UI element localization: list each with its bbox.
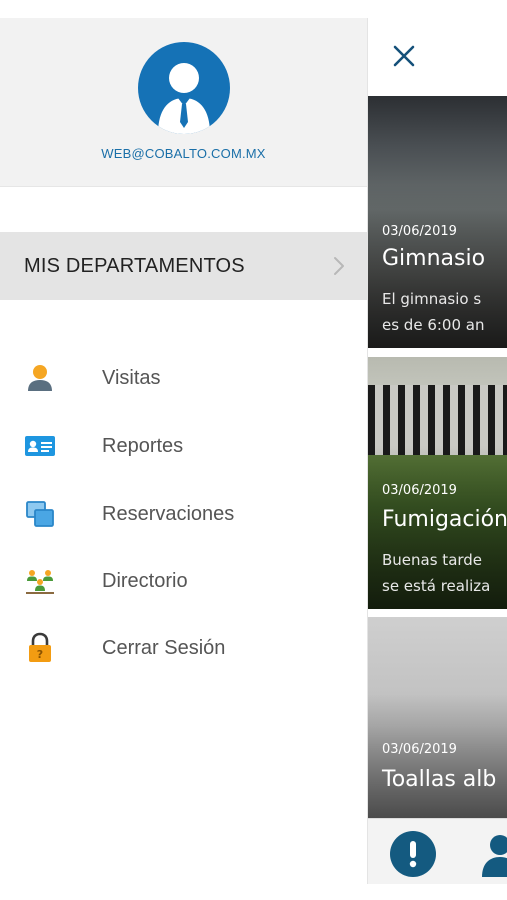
news-title: Toallas alb xyxy=(382,767,497,792)
news-card[interactable]: 03/06/2019 Gimnasio El gimnasio s es de … xyxy=(368,96,507,348)
windows-icon xyxy=(24,498,56,530)
profile-button[interactable] xyxy=(480,831,507,877)
mis-departamentos-item[interactable]: MIS DEPARTAMENTOS xyxy=(0,232,367,300)
section-label: MIS DEPARTAMENTOS xyxy=(24,254,245,277)
people-group-icon xyxy=(24,565,56,597)
exclamation-icon xyxy=(409,841,417,868)
menu-item-label: Cerrar Sesión xyxy=(102,636,226,659)
lock-icon: ? xyxy=(24,632,56,664)
navigation-drawer: WEB@COBALTO.COM.MX MIS DEPARTAMENTOS Vis… xyxy=(0,18,367,884)
avatar[interactable] xyxy=(138,42,230,134)
news-excerpt-line1: Buenas tarde xyxy=(382,551,483,569)
news-date: 03/06/2019 xyxy=(382,483,457,498)
user-icon xyxy=(482,835,507,877)
main-content: 03/06/2019 Gimnasio El gimnasio s es de … xyxy=(367,18,507,884)
alert-button[interactable] xyxy=(390,831,436,877)
bottom-navigation xyxy=(368,818,507,884)
menu-item-visitas[interactable]: Visitas xyxy=(0,351,367,405)
news-card[interactable]: 03/06/2019 Toallas alb xyxy=(368,617,507,835)
menu-item-label: Visitas xyxy=(102,366,161,389)
news-date: 03/06/2019 xyxy=(382,224,457,239)
menu-item-label: Reservaciones xyxy=(102,502,235,525)
news-excerpt-line1: El gimnasio s xyxy=(382,290,482,308)
news-title: Fumigación xyxy=(382,507,507,532)
close-drawer-button[interactable] xyxy=(386,38,422,74)
news-card[interactable]: 03/06/2019 Fumigación Buenas tarde se es… xyxy=(368,357,507,609)
businessman-icon xyxy=(158,63,210,134)
menu-item-label: Directorio xyxy=(102,569,188,592)
menu-item-reportes[interactable]: Reportes xyxy=(0,419,367,473)
user-email: WEB@COBALTO.COM.MX xyxy=(101,146,266,161)
menu-item-directorio[interactable]: Directorio xyxy=(0,554,367,608)
menu-item-label: Reportes xyxy=(102,434,184,457)
menu-item-reservaciones[interactable]: Reservaciones xyxy=(0,487,367,541)
person-icon xyxy=(24,362,56,394)
profile-header: WEB@COBALTO.COM.MX xyxy=(0,18,367,187)
news-date: 03/06/2019 xyxy=(382,742,457,757)
news-excerpt-line2: se está realiza xyxy=(382,577,491,595)
news-excerpt-line2: es de 6:00 an xyxy=(382,316,485,334)
news-title: Gimnasio xyxy=(382,246,486,271)
chevron-right-icon xyxy=(334,257,344,275)
id-card-icon xyxy=(24,430,56,462)
svg-text:?: ? xyxy=(37,648,43,661)
close-icon xyxy=(393,45,415,67)
menu-item-cerrar-sesion[interactable]: ? Cerrar Sesión xyxy=(0,621,367,675)
